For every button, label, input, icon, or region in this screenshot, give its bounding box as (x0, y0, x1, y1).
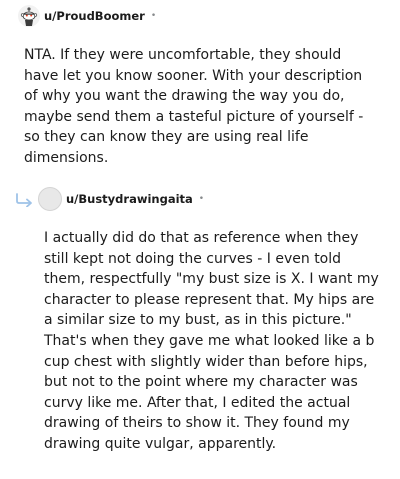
separator-dot: • (150, 11, 157, 21)
comment-header: u/ProudBoomer • (18, 5, 156, 27)
reply-header: u/Bustydrawingaita • (14, 187, 204, 211)
separator-dot: • (198, 194, 205, 204)
snoo-avatar-icon[interactable] (18, 5, 40, 27)
reply-arrow-icon (14, 192, 36, 208)
username-link[interactable]: u/Bustydrawingaita (66, 192, 193, 206)
comment-body: I actually did do that as reference when… (44, 230, 379, 452)
default-avatar-icon[interactable] (38, 187, 62, 211)
comment-body: NTA. If they were uncomfortable, they sh… (24, 47, 364, 166)
username-link[interactable]: u/ProudBoomer (44, 9, 145, 23)
